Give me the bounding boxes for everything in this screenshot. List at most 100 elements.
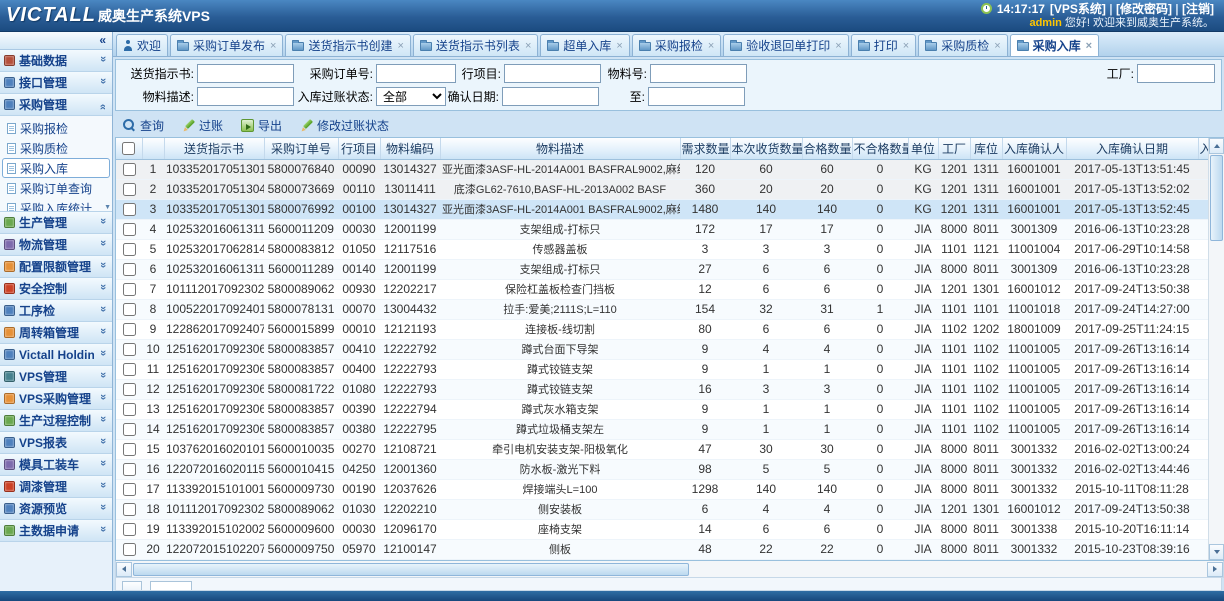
sidebar-group-15[interactable]: 调漆管理» bbox=[0, 476, 112, 498]
modify-posting-status-button[interactable]: 修改过账状态 bbox=[300, 117, 389, 134]
tab-close-icon[interactable]: × bbox=[708, 40, 714, 52]
column-header-9[interactable]: 单位 bbox=[908, 138, 938, 159]
tab-2[interactable]: 送货指示书创建× bbox=[285, 34, 410, 56]
export-button[interactable]: 导出 bbox=[241, 117, 282, 134]
material-desc-input[interactable] bbox=[197, 87, 294, 106]
header-link-1[interactable]: [修改密码] bbox=[1116, 2, 1172, 16]
query-button[interactable]: 查询 bbox=[123, 117, 164, 134]
row-checkbox[interactable] bbox=[123, 303, 136, 316]
column-header-4[interactable]: 物料描述 bbox=[440, 138, 680, 159]
sidebar-group-11[interactable]: VPS采购管理» bbox=[0, 388, 112, 410]
sidebar-item-2-3[interactable]: 采购订单查询 bbox=[0, 178, 112, 198]
scroll-left-button[interactable] bbox=[116, 562, 132, 577]
row-checkbox[interactable] bbox=[123, 423, 136, 436]
row-checkbox[interactable] bbox=[123, 543, 136, 556]
sidebar-group-2[interactable]: 采购管理» bbox=[0, 94, 112, 116]
pagination-button[interactable] bbox=[122, 581, 142, 591]
table-row[interactable]: 510253201706281458000838120105012117516传… bbox=[116, 239, 1208, 259]
column-header-5[interactable]: 需求数量 bbox=[680, 138, 730, 159]
sidebar-group-3[interactable]: 生产管理» bbox=[0, 212, 112, 234]
header-link-2[interactable]: [注销] bbox=[1182, 2, 1214, 16]
tab-0[interactable]: 欢迎 bbox=[116, 34, 168, 56]
tab-close-icon[interactable]: × bbox=[616, 40, 622, 52]
sidebar-group-8[interactable]: 周转箱管理» bbox=[0, 322, 112, 344]
sidebar-group-13[interactable]: VPS报表» bbox=[0, 432, 112, 454]
row-checkbox[interactable] bbox=[123, 263, 136, 276]
row-checkbox[interactable] bbox=[123, 363, 136, 376]
table-row[interactable]: 110335201705130158000768400009013014327亚… bbox=[116, 159, 1208, 179]
table-row[interactable]: 1412516201709230658000838570038012222795… bbox=[116, 419, 1208, 439]
material-no-input[interactable] bbox=[650, 64, 747, 83]
table-row[interactable]: 710111201709230258000890620093012202217保… bbox=[116, 279, 1208, 299]
confirm-date-to-input[interactable] bbox=[648, 87, 745, 106]
table-row[interactable]: 610253201606131156000112890014012001199支… bbox=[116, 259, 1208, 279]
tab-4[interactable]: 超单入库× bbox=[540, 34, 629, 56]
sidebar-group-1[interactable]: 接口管理» bbox=[0, 72, 112, 94]
row-checkbox[interactable] bbox=[123, 223, 136, 236]
row-checkbox[interactable] bbox=[123, 383, 136, 396]
tab-close-icon[interactable]: × bbox=[1086, 40, 1092, 52]
row-checkbox[interactable] bbox=[123, 283, 136, 296]
column-header-7[interactable]: 合格数量 bbox=[802, 138, 852, 159]
row-checkbox[interactable] bbox=[123, 343, 136, 356]
table-row[interactable]: 2012207201510220756000097500597012100147… bbox=[116, 539, 1208, 559]
delivery-note-input[interactable] bbox=[197, 64, 294, 83]
tab-close-icon[interactable]: × bbox=[903, 40, 909, 52]
column-header-2[interactable]: 行项目 bbox=[338, 138, 380, 159]
sidebar-group-16[interactable]: 资源预览» bbox=[0, 498, 112, 520]
column-header-11[interactable]: 库位 bbox=[970, 138, 1002, 159]
scroll-up-button[interactable] bbox=[1209, 138, 1224, 154]
column-header-0[interactable]: 送货指示书 bbox=[164, 138, 264, 159]
tab-5[interactable]: 采购报检× bbox=[632, 34, 721, 56]
row-checkbox[interactable] bbox=[123, 163, 136, 176]
row-checkbox[interactable] bbox=[123, 463, 136, 476]
sidebar-group-5[interactable]: 配置限额管理» bbox=[0, 256, 112, 278]
sidebar-group-0[interactable]: 基础数据» bbox=[0, 50, 112, 72]
pagination-input[interactable] bbox=[150, 581, 192, 591]
row-checkbox[interactable] bbox=[123, 323, 136, 336]
table-row[interactable]: 1012516201709230658000838570041012222792… bbox=[116, 339, 1208, 359]
sidebar-group-14[interactable]: 模具工装车» bbox=[0, 454, 112, 476]
column-header-8[interactable]: 不合格数量 bbox=[852, 138, 908, 159]
tab-1[interactable]: 采购订单发布× bbox=[170, 34, 283, 56]
select-all-checkbox[interactable] bbox=[122, 142, 135, 155]
horizontal-scrollbar[interactable] bbox=[115, 561, 1224, 578]
table-row[interactable]: 210335201705130458000736690011013011411底… bbox=[116, 179, 1208, 199]
sidebar-group-10[interactable]: VPS管理» bbox=[0, 366, 112, 388]
vertical-scroll-thumb[interactable] bbox=[1210, 155, 1223, 241]
column-header-12[interactable]: 入库确认人 bbox=[1002, 138, 1066, 159]
tab-7[interactable]: 打印× bbox=[851, 34, 916, 56]
sidebar-group-12[interactable]: 生产过程控制» bbox=[0, 410, 112, 432]
confirm-date-from-input[interactable] bbox=[502, 87, 599, 106]
row-checkbox[interactable] bbox=[123, 403, 136, 416]
scroll-right-button[interactable] bbox=[1207, 562, 1223, 577]
row-checkbox[interactable] bbox=[123, 483, 136, 496]
column-header-10[interactable]: 工厂 bbox=[938, 138, 970, 159]
table-row[interactable]: 1612207201602011556000104150425012001360… bbox=[116, 459, 1208, 479]
table-row[interactable]: 1312516201709230658000838570039012222794… bbox=[116, 399, 1208, 419]
table-row[interactable]: 1212516201709230658000817220108012222793… bbox=[116, 379, 1208, 399]
table-row[interactable]: 1112516201709230658000838570040012222793… bbox=[116, 359, 1208, 379]
sidebar-collapse-button[interactable]: « bbox=[0, 32, 112, 50]
submenu-scroll-down-icon[interactable]: ▼ bbox=[104, 204, 111, 211]
vertical-scrollbar[interactable] bbox=[1208, 138, 1224, 560]
horizontal-scroll-thumb[interactable] bbox=[133, 563, 689, 576]
sidebar-item-2-0[interactable]: 采购报检 bbox=[0, 118, 112, 138]
table-row[interactable]: 810052201709240158000781310007013004432拉… bbox=[116, 299, 1208, 319]
row-checkbox[interactable] bbox=[123, 503, 136, 516]
column-header-1[interactable]: 采购订单号 bbox=[264, 138, 338, 159]
row-checkbox[interactable] bbox=[123, 443, 136, 456]
posting-status-select[interactable]: 全部 bbox=[376, 87, 446, 106]
sidebar-group-9[interactable]: Victall Holding» bbox=[0, 344, 112, 366]
sidebar-item-2-4[interactable]: 采购入库统计 bbox=[0, 198, 112, 212]
table-row[interactable]: 1510376201602010156000100350027012108721… bbox=[116, 439, 1208, 459]
tab-close-icon[interactable]: × bbox=[270, 40, 276, 52]
table-row[interactable]: 310335201705130158000769920010013014327亚… bbox=[116, 199, 1208, 219]
row-checkbox[interactable] bbox=[123, 243, 136, 256]
table-row[interactable]: 410253201606131156000112090003012001199支… bbox=[116, 219, 1208, 239]
sidebar-group-4[interactable]: 物流管理» bbox=[0, 234, 112, 256]
tab-close-icon[interactable]: × bbox=[835, 40, 841, 52]
sidebar-group-17[interactable]: 主数据申请» bbox=[0, 520, 112, 542]
column-header-3[interactable]: 物料编码 bbox=[380, 138, 440, 159]
tab-8[interactable]: 采购质检× bbox=[918, 34, 1007, 56]
